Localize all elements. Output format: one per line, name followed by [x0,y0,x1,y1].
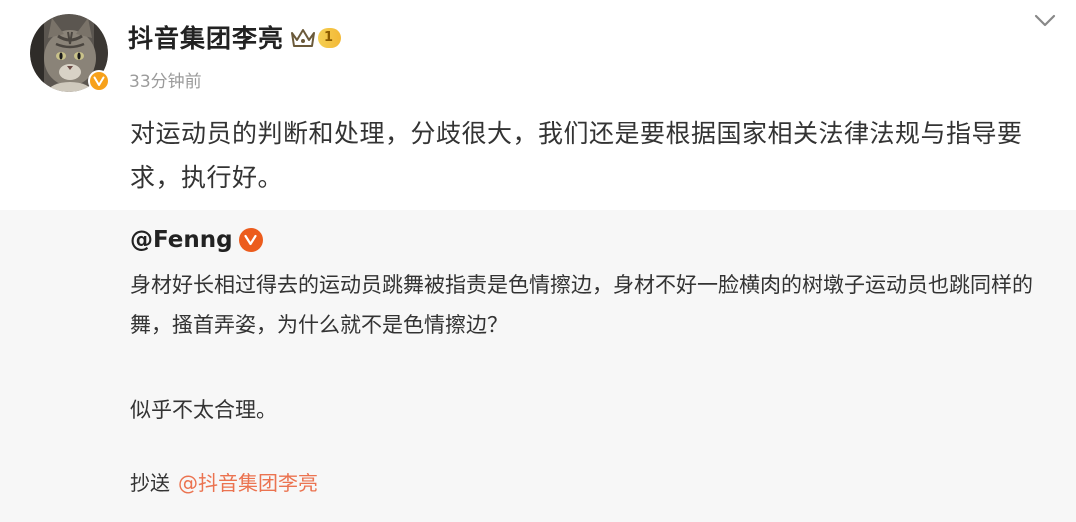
vip-level: 1 [318,28,342,48]
chevron-down-icon[interactable] [1030,10,1060,32]
cc-mention-link[interactable]: @抖音集团李亮 [178,471,318,495]
repost-text: 身材好长相过得去的运动员跳舞被指责是色情擦边，身材不好一脸横肉的树墩子运动员也跳… [130,273,1033,337]
post-text: 对运动员的判断和处理，分歧很大，我们还是要根据国家相关法律法规与指导要求，执行好… [130,119,1023,192]
cc-label: 抄送 [130,471,170,495]
vip-badge[interactable]: 1 [290,27,342,49]
repost-text-followup: 似乎不太合理。 [130,398,277,422]
avatar[interactable] [30,14,110,92]
post-timestamp: 33分钟前 [129,72,202,92]
repost-card[interactable]: @Fenng 身材好长相过得去的运动员跳舞被指责是色情擦边，身材不好一脸横肉的树… [0,210,1076,522]
weibo-post: 抖音集团李亮 1 33分钟前 对运动员的判断和处理，分歧很大，我们还是要根据国家… [0,0,1076,522]
crown-icon [291,29,315,47]
author-name[interactable]: 抖音集团李亮 [128,22,284,56]
repost-author[interactable]: @Fenng [130,224,263,256]
verified-v-icon [238,228,263,252]
repost-author-name[interactable]: @Fenng [130,224,233,256]
verified-icon [88,70,110,92]
cc-line: 抄送 @抖音集团李亮 [130,468,318,498]
